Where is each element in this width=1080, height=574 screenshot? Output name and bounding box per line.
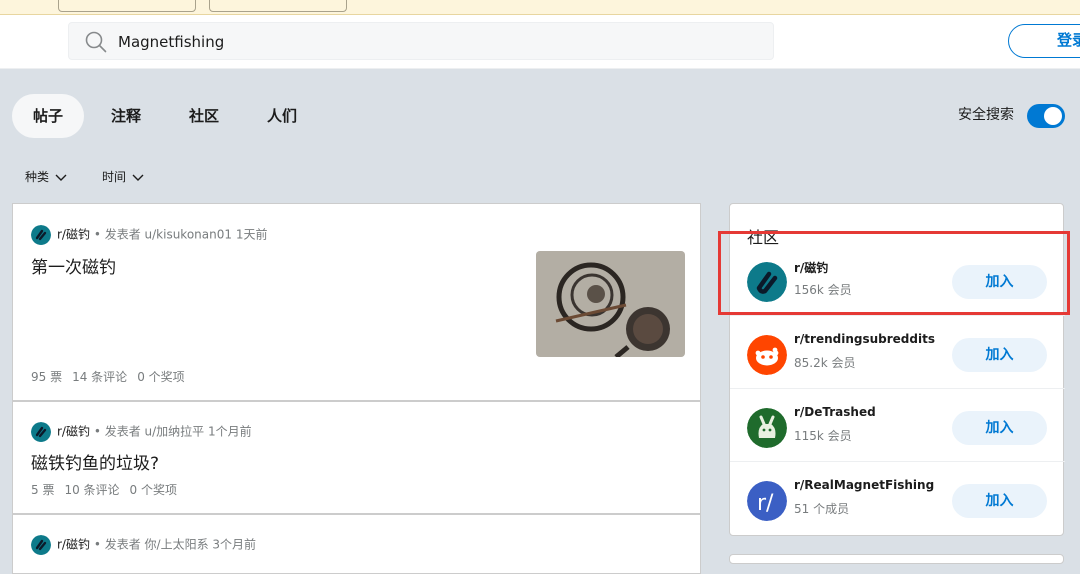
tab-communities[interactable]: 社区 xyxy=(174,94,234,138)
community-name[interactable]: r/DeTrashed xyxy=(794,405,876,419)
post-byline: • 发表者 u/kisukonan01 1天前 xyxy=(93,227,268,242)
post-title-text: 第一次 xyxy=(31,258,82,278)
tab-comments[interactable]: 注释 xyxy=(96,94,156,138)
search-icon xyxy=(85,31,107,53)
community-item[interactable]: r/ r/RealMagnetFishing 51 个成员 加入 xyxy=(730,462,1065,535)
subreddit-avatar-icon xyxy=(31,535,51,555)
post-comments[interactable]: 14 条评论 xyxy=(72,370,127,384)
chevron-down-icon xyxy=(132,174,144,181)
join-button[interactable]: 加入 xyxy=(952,411,1047,445)
post-card[interactable]: r/磁钓 • 发表者 u/kisukonan01 1天前 第一次磁钓 95 票 1… xyxy=(12,203,701,401)
tab-posts[interactable]: 帖子 xyxy=(12,94,84,138)
community-item[interactable]: r/DeTrashed 115k 会员 加入 xyxy=(730,389,1065,462)
filter-time-label: 时间 xyxy=(102,170,127,184)
community-members: 85.2k 会员 xyxy=(794,356,856,370)
join-button[interactable]: 加入 xyxy=(952,484,1047,518)
post-title-highlight: 磁铁钓鱼 xyxy=(31,454,99,474)
community-members: 115k 会员 xyxy=(794,429,852,443)
post-title-text: 的垃圾? xyxy=(99,454,160,474)
join-button[interactable]: 加入 xyxy=(952,338,1047,372)
filter-type-label: 种类 xyxy=(25,170,50,184)
login-button[interactable]: 登录 xyxy=(1008,24,1080,58)
top-banner xyxy=(0,0,1080,15)
toggle-knob xyxy=(1044,107,1062,125)
post-card[interactable]: r/磁钓 • 发表者 u/加纳拉平 1个月前 磁铁钓鱼的垃圾? 5 票 10 条评… xyxy=(12,401,701,514)
header-bar: 登录 xyxy=(0,15,1080,69)
safe-search-toggle[interactable] xyxy=(1027,104,1065,128)
post-title[interactable]: 磁铁钓鱼的垃圾? xyxy=(31,449,159,474)
community-item[interactable]: r/trendingsubreddits 85.2k 会员 加入 xyxy=(730,316,1065,389)
post-votes: 5 票 xyxy=(31,483,55,497)
banner-button-1[interactable] xyxy=(58,0,196,12)
subreddit-r-icon: r/ xyxy=(747,481,787,521)
filter-time[interactable]: 时间 xyxy=(102,168,144,185)
safe-search-label: 安全搜索 xyxy=(958,107,1014,123)
post-awards: 0 个奖项 xyxy=(137,370,185,384)
search-input[interactable] xyxy=(116,29,760,55)
post-meta: r/磁钓 • 发表者 u/kisukonan01 1天前 xyxy=(31,225,267,245)
community-name[interactable]: r/trendingsubreddits xyxy=(794,332,935,346)
banner-button-2[interactable] xyxy=(209,0,347,12)
post-subreddit[interactable]: r/磁钓 xyxy=(57,228,90,242)
svg-text:r/: r/ xyxy=(757,491,774,516)
post-awards: 0 个奖项 xyxy=(129,483,177,497)
community-members: 51 个成员 xyxy=(794,502,850,516)
subreddit-avatar-icon xyxy=(31,225,51,245)
filter-type[interactable]: 种类 xyxy=(25,168,67,185)
post-card[interactable]: r/磁钓 • 发表者 你/上太阳系 3个月前 xyxy=(12,514,701,574)
post-subreddit[interactable]: r/磁钓 xyxy=(57,538,90,552)
sidebar-next-card xyxy=(729,554,1064,564)
subreddit-avatar-icon xyxy=(31,422,51,442)
reddit-alien-icon xyxy=(747,335,787,375)
search-bar[interactable] xyxy=(68,22,774,60)
post-subreddit[interactable]: r/磁钓 xyxy=(57,425,90,439)
post-stats: 95 票 14 条评论 0 个奖项 xyxy=(31,368,195,385)
tab-people[interactable]: 人们 xyxy=(252,94,312,138)
post-stats: 5 票 10 条评论 0 个奖项 xyxy=(31,481,187,498)
chevron-down-icon xyxy=(55,174,67,181)
trash-bag-icon xyxy=(747,408,787,448)
post-byline: • 发表者 u/加纳拉平 1个月前 xyxy=(93,424,252,439)
post-meta: r/磁钓 • 发表者 你/上太阳系 3个月前 xyxy=(31,535,256,555)
post-comments[interactable]: 10 条评论 xyxy=(64,483,119,497)
post-byline: • 发表者 你/上太阳系 3个月前 xyxy=(93,537,257,552)
post-meta: r/磁钓 • 发表者 u/加纳拉平 1个月前 xyxy=(31,422,252,442)
post-thumbnail[interactable] xyxy=(536,251,685,357)
post-title-highlight: 磁钓 xyxy=(82,258,116,278)
post-votes: 95 票 xyxy=(31,370,63,384)
community-name[interactable]: r/RealMagnetFishing xyxy=(794,478,934,492)
post-title[interactable]: 第一次磁钓 xyxy=(31,253,116,278)
magnet-fishing-photo xyxy=(536,251,685,357)
highlight-box xyxy=(718,231,1070,315)
